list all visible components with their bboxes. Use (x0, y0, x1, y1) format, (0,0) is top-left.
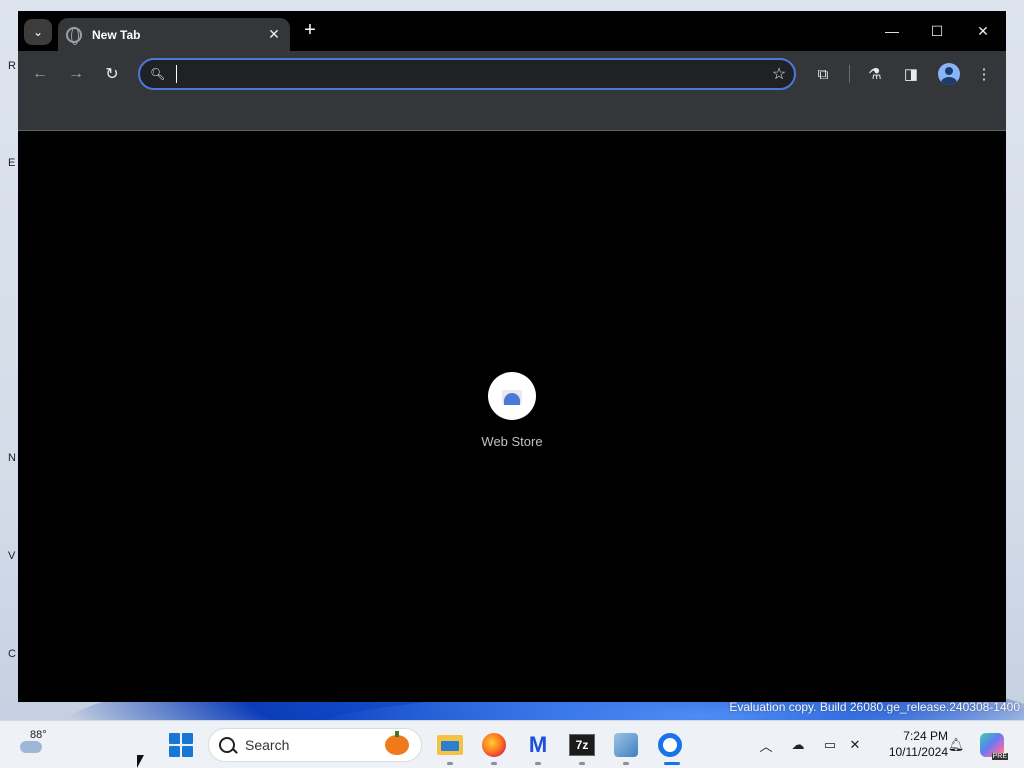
more-vertical-icon: ⋮ (976, 66, 992, 83)
copilot-button[interactable]: PRE (980, 733, 1008, 760)
minimize-icon: — (885, 23, 899, 39)
title-bar: ⌄ New Tab ✕ + — ☐ ✕ (18, 11, 1006, 51)
chrome-icon (658, 733, 682, 757)
browser-toolbar: ← → ↻ 🔍︎ ☆ ⧉ ⚗ ◨ ⋮ (18, 51, 1006, 97)
weather-widget[interactable]: 88° (16, 729, 56, 761)
labs-button[interactable]: ⚗ (864, 63, 886, 85)
taskbar-app-file-explorer[interactable] (434, 729, 466, 765)
bookmark-star-icon[interactable]: ☆ (764, 64, 794, 84)
system-clock[interactable]: 7:24 PM 10/11/2024 (872, 728, 948, 760)
clock-time: 7:24 PM (903, 729, 948, 743)
forward-button[interactable]: → (65, 63, 87, 85)
chevron-up-icon: ︿ (759, 738, 773, 754)
profile-avatar-button[interactable] (938, 63, 960, 85)
clock-date: 10/11/2024 (888, 745, 948, 759)
taskbar-search[interactable]: Search (208, 728, 422, 762)
start-button[interactable] (169, 733, 193, 757)
minimize-button[interactable]: — (878, 19, 906, 43)
onedrive-tray-button[interactable]: ☁ (788, 735, 808, 755)
new-tab-page: Web Store (18, 132, 1006, 702)
desktop-icon-label-edge[interactable]: C (8, 648, 16, 660)
show-hidden-icons-button[interactable]: ︿ (756, 735, 776, 755)
firefox-icon (482, 733, 506, 757)
desktop-icon-label-edge[interactable]: N (8, 452, 16, 464)
web-store-icon (501, 387, 523, 405)
desktop-icon-label-edge[interactable]: E (8, 157, 15, 169)
tool-icon (614, 733, 638, 757)
back-button[interactable]: ← (29, 63, 51, 85)
taskbar-app-tool[interactable] (610, 729, 642, 765)
mouse-cursor (137, 755, 144, 768)
bookmarks-bar (18, 97, 1006, 131)
search-icon (219, 737, 235, 753)
arrow-left-icon: ← (32, 65, 48, 82)
taskbar: 88° Search M 7z ︿ ☁ ▭ ✕ 7:24 PM 10/11/20… (0, 720, 1024, 768)
shortcut-tile (488, 372, 536, 420)
maximize-button[interactable]: ☐ (923, 19, 951, 43)
7zip-icon: 7z (569, 734, 595, 756)
taskbar-app-7zip[interactable]: 7z (566, 729, 598, 765)
globe-icon (66, 26, 82, 45)
shortcut-label: Web Store (481, 434, 543, 449)
arrow-right-icon: → (68, 65, 84, 82)
side-panel-button[interactable]: ◨ (900, 63, 922, 85)
address-bar[interactable]: 🔍︎ ☆ (138, 58, 796, 90)
close-window-button[interactable]: ✕ (969, 19, 997, 43)
browser-window: ⌄ New Tab ✕ + — ☐ ✕ ← → ↻ 🔍︎ ☆ ⧉ ⚗ ◨ ⋮ W… (18, 11, 1006, 702)
volume-tray-button[interactable]: ✕ (845, 735, 865, 755)
network-icon: ▭ (823, 737, 837, 752)
malwarebytes-icon: M (528, 732, 548, 757)
taskbar-search-label: Search (245, 737, 290, 753)
desktop-icon-label-edge[interactable]: V (8, 550, 15, 562)
search-icon: 🔍︎ (150, 67, 166, 81)
taskbar-app-malwarebytes[interactable]: M (522, 729, 554, 765)
puzzle-icon: ⧉ (817, 65, 829, 83)
shortcut-web-store[interactable]: Web Store (472, 372, 552, 449)
folder-icon (437, 735, 463, 755)
taskbar-app-chrome[interactable] (654, 729, 686, 765)
tab-title: New Tab (92, 27, 141, 42)
menu-button[interactable]: ⋮ (973, 63, 995, 85)
address-input[interactable] (177, 62, 764, 86)
maximize-icon: ☐ (930, 22, 944, 39)
toolbar-divider (849, 65, 850, 83)
speaker-muted-icon: ✕ (849, 737, 861, 752)
evaluation-watermark: Evaluation copy. Build 26080.ge_release.… (729, 700, 1020, 714)
new-tab-button[interactable]: + (300, 20, 320, 41)
reload-icon: ↻ (105, 66, 119, 83)
taskbar-app-firefox[interactable] (478, 729, 510, 765)
extensions-button[interactable]: ⧉ (812, 63, 834, 85)
weather-temp: 88° (30, 729, 47, 741)
flask-icon: ⚗ (868, 66, 882, 83)
reload-button[interactable]: ↻ (101, 63, 123, 85)
notifications-button[interactable]: 🔔︎ (946, 735, 966, 755)
pumpkin-icon (385, 731, 409, 755)
bell-icon: 🔔︎ (947, 737, 965, 752)
pre-badge: PRE (991, 753, 1008, 760)
close-icon: ✕ (977, 22, 989, 39)
tab-search-button[interactable]: ⌄ (24, 19, 52, 45)
desktop-icon-label-edge[interactable]: R (8, 60, 16, 72)
side-panel-icon: ◨ (903, 66, 919, 83)
windows-logo-icon (169, 733, 180, 744)
chevron-down-icon: ⌄ (32, 25, 44, 39)
cloud-off-icon: ☁ (791, 737, 805, 752)
weather-cloud-icon (20, 741, 42, 753)
close-tab-icon[interactable]: ✕ (266, 26, 282, 43)
tab-new-tab[interactable]: New Tab ✕ (58, 18, 290, 51)
network-tray-button[interactable]: ▭ (820, 735, 840, 755)
